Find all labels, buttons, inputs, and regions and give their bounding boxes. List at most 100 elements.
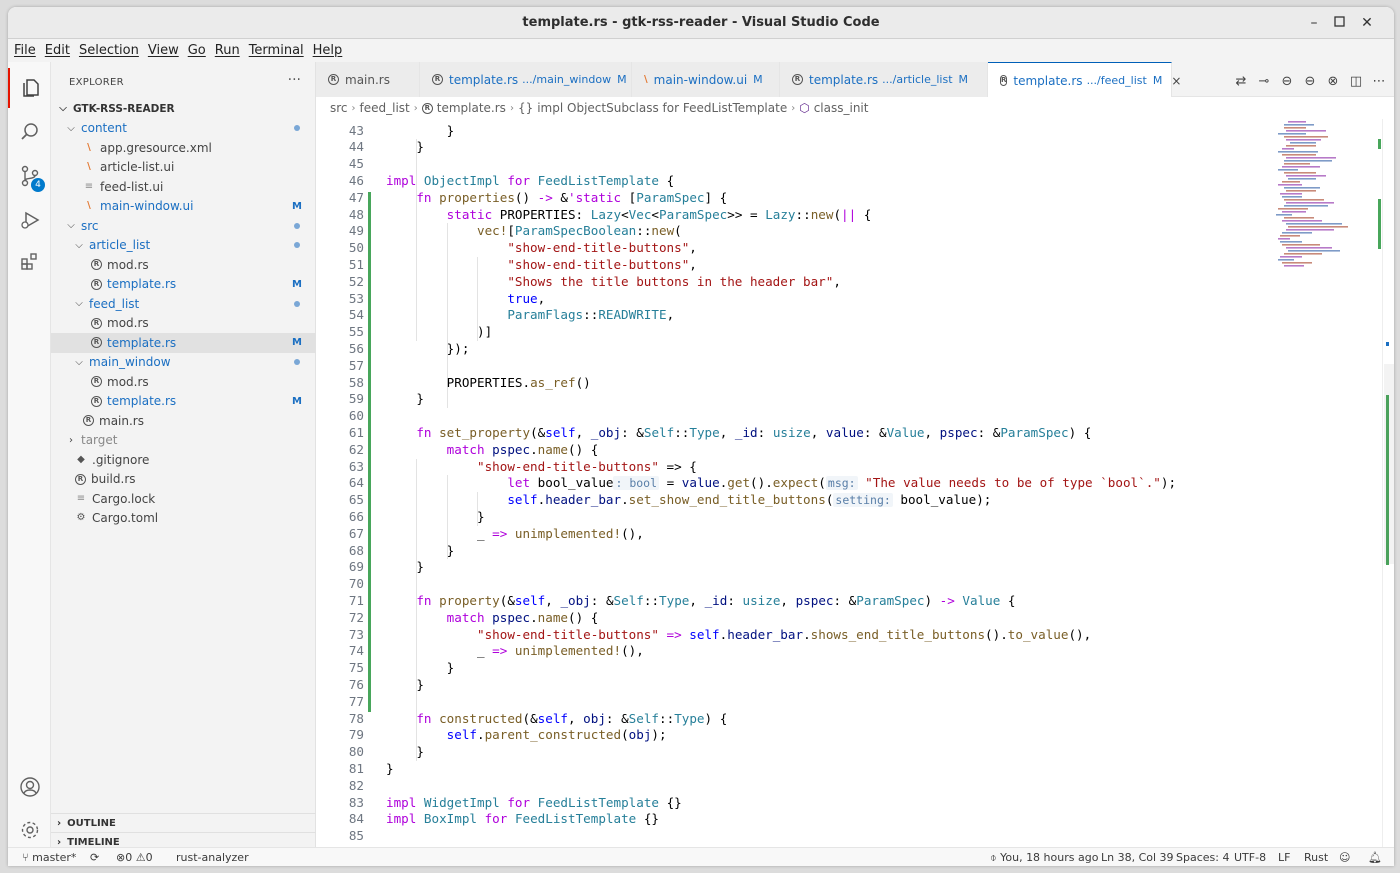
search-icon[interactable] (8, 112, 51, 152)
file-item[interactable]: Rmod.rs (51, 314, 316, 334)
outline-section[interactable]: › OUTLINE (51, 813, 316, 832)
code-text: true, (386, 290, 546, 306)
tree-item-label: main_window (89, 355, 171, 370)
menu-help[interactable]: Help (310, 43, 346, 58)
run-debug-icon[interactable] (8, 200, 51, 240)
file-item[interactable]: Rmain.rs (51, 411, 316, 431)
tab-article-list-template[interactable]: R template.rs .../article_list M (780, 62, 988, 97)
tab-main-window-ui[interactable]: \ main-window.ui M (632, 62, 780, 97)
breadcrumb-folder[interactable]: feed_list (360, 101, 410, 115)
file-item[interactable]: Rtemplate.rs M (51, 333, 316, 353)
next-change-icon[interactable]: ⊖ (1302, 74, 1318, 89)
open-changes-icon[interactable]: ⇄ (1233, 74, 1249, 89)
previous-change-icon[interactable]: ⊖ (1279, 74, 1295, 89)
encoding[interactable]: UTF-8 (1234, 851, 1266, 864)
minimize-icon[interactable]: – (1306, 15, 1322, 31)
sync-icon[interactable]: ⟳ (90, 851, 99, 864)
code-line: 55 )] (316, 324, 1276, 341)
code-line: 82 (316, 778, 1276, 795)
tab-main-rs[interactable]: R main.rs (316, 62, 420, 97)
breadcrumb-src[interactable]: src (330, 101, 348, 115)
git-blame-item[interactable]: ⌽ You, 18 hours ago (990, 851, 1098, 865)
modified-dot (294, 222, 300, 229)
file-item[interactable]: \ app.gresource.xml (51, 138, 316, 158)
close-tab-icon[interactable]: × (1171, 74, 1181, 88)
menu-edit[interactable]: Edit (42, 43, 73, 58)
code-line: 44 } (316, 139, 1276, 156)
file-item[interactable]: ≡ feed-list.ui (51, 177, 316, 197)
file-item[interactable]: Rbuild.rs (51, 470, 316, 490)
rust-analyzer-status[interactable]: rust-analyzer (176, 851, 249, 864)
code-text: fn properties() -> &'static [ParamSpec] … (386, 189, 728, 205)
tree-item-label: template.rs (107, 277, 177, 292)
source-control-icon[interactable]: 4 (8, 156, 51, 196)
file-item[interactable]: \ article-list.ui (51, 158, 316, 178)
breadcrumb-method[interactable]: class_init (814, 101, 869, 115)
file-item[interactable]: Rtemplate.rs M (51, 392, 316, 412)
close-window-icon[interactable]: ✕ (1359, 15, 1375, 31)
file-item[interactable]: ≡ Cargo.lock (51, 489, 316, 509)
line-number: 61 (348, 424, 364, 440)
menu-file[interactable]: File (11, 43, 39, 58)
explorer-sidebar: EXPLORER ··· ⌵ GTK-RSS-READER ⌵ content \ a… (51, 62, 316, 848)
git-lens-icon[interactable]: ⊗ (1325, 74, 1341, 89)
minimap-line (1280, 256, 1302, 258)
folder-item[interactable]: › target (51, 431, 316, 451)
file-item[interactable]: \ main-window.ui M (51, 197, 316, 217)
maximize-icon[interactable] (1331, 15, 1347, 31)
folder-item[interactable]: ⌵ article_list (51, 236, 316, 256)
file-item[interactable]: Rtemplate.rs M (51, 275, 316, 295)
line-number: 49 (348, 223, 364, 239)
menu-go[interactable]: Go (185, 43, 209, 58)
code-editor[interactable]: 43 } 44 } 45 46 impl ObjectImpl for FeedList… (316, 119, 1394, 847)
folder-item[interactable]: ⌵ content (51, 119, 316, 139)
error-icon: ⊗ (116, 851, 126, 864)
folder-item[interactable]: ⌵ feed_list (51, 294, 316, 314)
file-item[interactable]: Rmod.rs (51, 372, 316, 392)
tab-feed-list-template[interactable]: R template.rs .../feed_list M × (988, 62, 1181, 98)
problems-item[interactable]: ⊗0 ⚠0 (116, 851, 153, 864)
split-editor-icon[interactable]: ◫ (1348, 74, 1364, 89)
line-number: 76 (348, 676, 364, 692)
editor-scrollbar[interactable] (1382, 119, 1394, 847)
minimap-line (1284, 199, 1324, 201)
folder-item[interactable]: ⌵ main_window (51, 353, 316, 373)
line-number: 48 (348, 206, 364, 222)
menu-selection[interactable]: Selection (76, 43, 142, 58)
explorer-icon[interactable] (8, 68, 51, 108)
branch-item[interactable]: ⑂ master* (22, 851, 76, 864)
feedback-icon[interactable]: ☺ (1339, 851, 1350, 864)
breadcrumb-file[interactable]: template.rs (437, 101, 506, 115)
activity-bar: 4 (8, 62, 51, 847)
accounts-icon[interactable] (8, 767, 51, 807)
menu-run[interactable]: Run (212, 43, 243, 58)
file-item[interactable]: ◆ .gitignore (51, 450, 316, 470)
rss-icon: \ (87, 161, 91, 173)
language-mode[interactable]: Rust (1304, 851, 1328, 864)
breadcrumb-impl[interactable]: impl ObjectSubclass for FeedListTemplate (537, 101, 787, 115)
extensions-icon[interactable] (8, 242, 51, 282)
code-text: impl WidgetImpl for FeedListTemplate {} (386, 794, 682, 810)
git-commit-icon[interactable]: ⊸ (1256, 74, 1272, 89)
folder-item[interactable]: ⌵ src (51, 216, 316, 236)
file-item[interactable]: Rmod.rs (51, 255, 316, 275)
minimap[interactable] (1264, 119, 1382, 847)
breadcrumb: src › feed_list › R template.rs › {} imp… (316, 97, 1394, 119)
menu-terminal[interactable]: Terminal (246, 43, 307, 58)
tab-main-window-template[interactable]: R template.rs .../main_window M (420, 62, 632, 97)
end-of-line[interactable]: LF (1278, 851, 1290, 864)
code-line: 85 (316, 828, 1276, 845)
code-text: } (386, 542, 455, 558)
indentation[interactable]: Spaces: 4 (1176, 851, 1229, 864)
menu-view[interactable]: View (145, 43, 182, 58)
notifications-bell-icon[interactable]: 🔔︎ (1368, 851, 1382, 864)
more-actions-icon[interactable]: ··· (288, 72, 301, 88)
more-actions-icon[interactable]: ⋯ (1371, 74, 1387, 89)
line-number: 53 (348, 290, 364, 306)
tab-path: .../article_list (882, 73, 953, 86)
file-item[interactable]: ⚙ Cargo.toml (51, 509, 316, 529)
line-number: 50 (348, 240, 364, 256)
project-root[interactable]: ⌵ GTK-RSS-READER (51, 99, 316, 119)
settings-gear-icon[interactable] (8, 810, 51, 850)
cursor-position[interactable]: Ln 38, Col 39 (1101, 851, 1174, 864)
